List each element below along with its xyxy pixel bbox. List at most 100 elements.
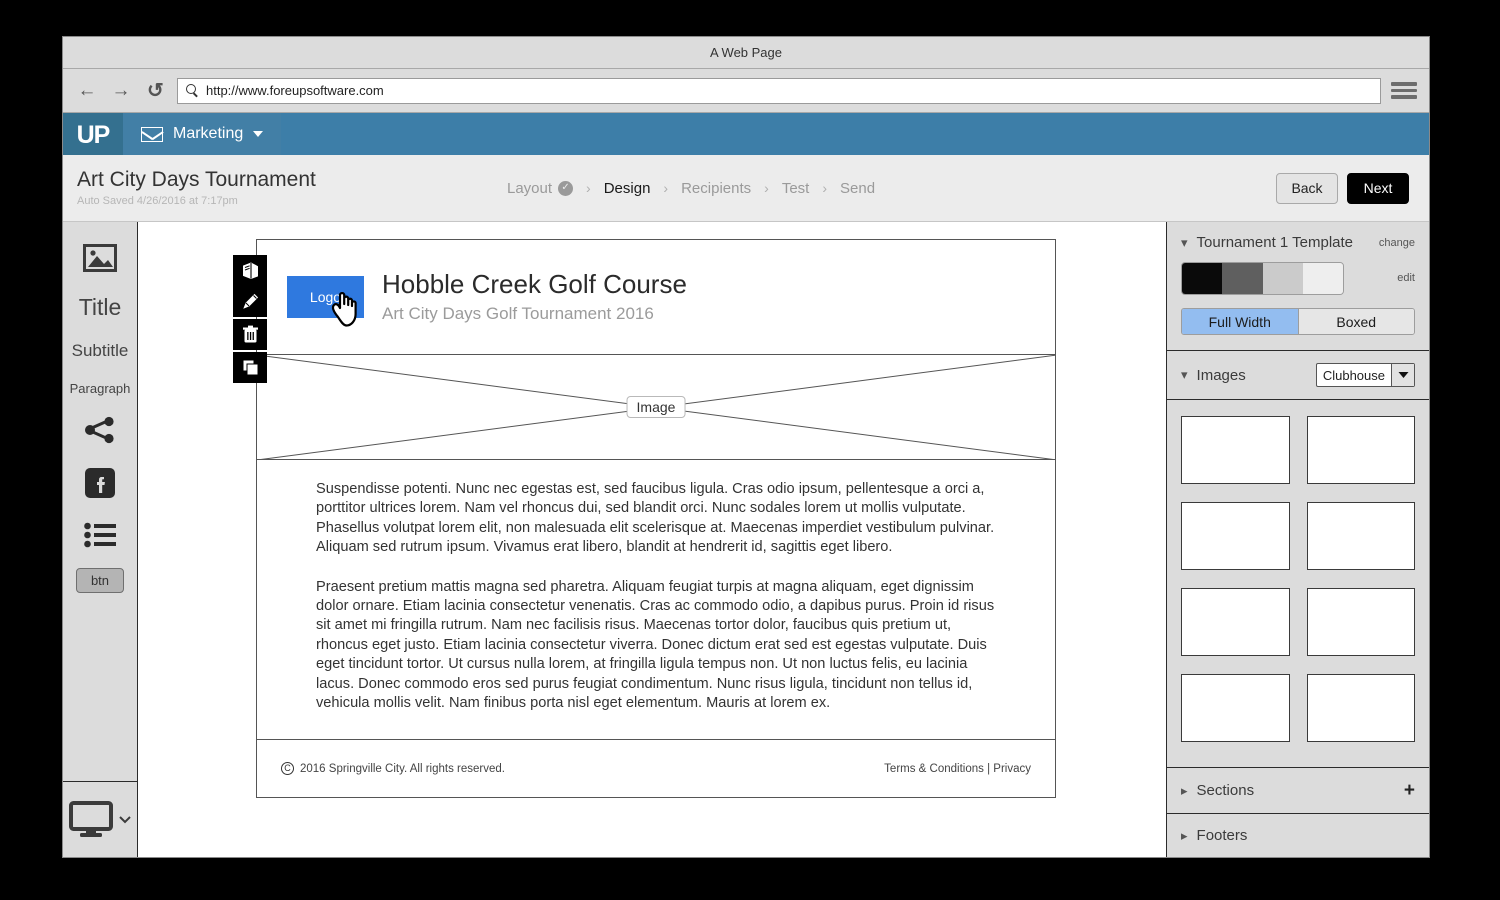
terms-link[interactable]: Terms & Conditions — [884, 763, 984, 775]
step-send-label: Send — [840, 179, 876, 197]
workspace: Title Subtitle Paragraph btn Logo Hobble… — [63, 222, 1429, 857]
logo-placeholder[interactable]: Logo — [287, 276, 364, 318]
check-icon: ✓ — [558, 180, 574, 196]
nav-item-marketing[interactable]: Marketing — [123, 113, 282, 155]
chevron-right-icon: › — [822, 180, 827, 196]
trash-icon — [242, 325, 258, 343]
brand-logo[interactable]: UP — [63, 113, 123, 155]
image-thumbnail[interactable] — [1181, 502, 1290, 570]
email-title-group: Hobble Creek Golf Course Art City Days G… — [382, 269, 687, 324]
desktop-monitor-icon — [69, 800, 113, 837]
image-tool[interactable] — [83, 244, 117, 272]
boxed-option[interactable]: Boxed — [1297, 309, 1414, 334]
back-navigation-icon[interactable]: ← — [75, 79, 99, 103]
email-body-block[interactable]: Suspendisse potenti. Nunc nec egestas es… — [257, 460, 1055, 739]
sections-section[interactable]: ▸ Sections + — [1167, 768, 1429, 814]
step-design-label: Design — [603, 179, 651, 197]
footer-links: Terms & Conditions | Privacy — [884, 763, 1031, 775]
email-image-block[interactable]: Image — [257, 355, 1055, 460]
step-layout[interactable]: Layout ✓ — [507, 180, 574, 197]
list-tool[interactable] — [84, 522, 116, 548]
chevron-down-icon[interactable]: ▾ — [1181, 235, 1188, 251]
paragraph-tool[interactable]: Paragraph — [70, 381, 131, 396]
preview-device-toggle[interactable] — [63, 781, 137, 857]
component-toolbar: Title Subtitle Paragraph btn — [63, 222, 138, 857]
template-swatches — [1181, 262, 1344, 295]
image-thumbnail[interactable] — [1306, 674, 1415, 742]
template-section: ▾ Tournament 1 Template change edit Full… — [1167, 222, 1429, 351]
browser-toolbar: ← → ↻ http://www.foreupsoftware.com — [63, 69, 1429, 113]
full-width-option[interactable]: Full Width — [1182, 309, 1298, 334]
step-test[interactable]: Test — [782, 180, 810, 197]
chevron-right-icon: › — [663, 180, 669, 196]
next-button[interactable]: Next — [1347, 172, 1409, 204]
chevron-down-icon — [1391, 364, 1414, 386]
forward-navigation-icon[interactable]: → — [109, 79, 133, 103]
change-template-link[interactable]: change — [1379, 237, 1415, 249]
email-document: Logo Hobble Creek Golf Course Art City D… — [233, 239, 1056, 799]
envelope-icon — [141, 126, 163, 142]
swatch-light-gray[interactable] — [1262, 263, 1303, 294]
swatch-white[interactable] — [1302, 263, 1343, 294]
step-design[interactable]: Design — [604, 180, 651, 197]
edit-button[interactable] — [233, 286, 267, 317]
edit-template-link[interactable]: edit — [1397, 272, 1415, 284]
layers-button[interactable] — [233, 255, 267, 286]
image-thumbnail[interactable] — [1306, 416, 1415, 484]
email-footer-block[interactable]: C 2016 Springville City. All rights rese… — [257, 739, 1055, 797]
image-category-select[interactable]: Clubhouse — [1315, 363, 1415, 387]
nav-item-marketing-label: Marketing — [173, 125, 244, 142]
subtitle-tool[interactable]: Subtitle — [72, 341, 129, 361]
autosave-status: Auto Saved 4/26/2016 at 7:17pm — [77, 195, 238, 208]
image-thumbnail[interactable] — [1181, 674, 1290, 742]
image-thumbnail[interactable] — [1306, 502, 1415, 570]
header-actions: Back Next — [1276, 172, 1409, 204]
bullet-list-icon — [84, 522, 116, 548]
template-header: ▾ Tournament 1 Template change — [1181, 234, 1415, 251]
chevron-right-icon: › — [764, 180, 769, 196]
images-title: Images — [1196, 366, 1246, 384]
chevron-down-icon[interactable]: ▾ — [1181, 367, 1188, 383]
chevron-right-icon: ▸ — [1181, 827, 1188, 843]
hamburger-menu-icon[interactable] — [1391, 80, 1417, 102]
back-button[interactable]: Back — [1276, 172, 1338, 204]
document-title-group: Art City Days Tournament Auto Saved 4/26… — [77, 168, 507, 208]
email-subheading: Art City Days Golf Tournament 2016 — [382, 303, 654, 323]
address-bar[interactable]: http://www.foreupsoftware.com — [177, 77, 1381, 104]
privacy-link[interactable]: Privacy — [993, 763, 1031, 775]
copyright-icon: C — [281, 762, 294, 776]
browser-window: A Web Page ← → ↻ http://www.foreupsoftwa… — [62, 36, 1430, 858]
share-tool[interactable] — [84, 416, 116, 444]
share-icon — [85, 416, 114, 444]
chevron-right-icon: › — [586, 180, 591, 196]
button-tool-label: btn — [75, 568, 125, 593]
layers-icon — [242, 262, 258, 280]
template-title: Tournament 1 Template — [1196, 234, 1354, 251]
image-category-value: Clubhouse — [1322, 367, 1385, 383]
step-send[interactable]: Send — [840, 180, 875, 197]
plus-icon[interactable]: + — [1404, 781, 1415, 800]
image-thumbnail[interactable] — [1306, 588, 1415, 656]
duplicate-button[interactable] — [233, 352, 267, 383]
image-thumbnail[interactable] — [1181, 588, 1290, 656]
button-tool[interactable]: btn — [75, 568, 125, 593]
footers-section[interactable]: ▸ Footers — [1167, 814, 1429, 857]
swatch-black[interactable] — [1182, 263, 1223, 294]
reload-icon[interactable]: ↻ — [143, 79, 167, 103]
email-canvas: Logo Hobble Creek Golf Course Art City D… — [138, 222, 1167, 857]
images-header: ▾ Images Clubhouse — [1181, 363, 1415, 387]
url-text: http://www.foreupsoftware.com — [206, 83, 384, 98]
browser-title-bar: A Web Page — [63, 37, 1429, 69]
image-thumbnail[interactable] — [1181, 416, 1290, 484]
email-header-block[interactable]: Logo Hobble Creek Golf Course Art City D… — [233, 240, 1055, 383]
swatch-dark-gray[interactable] — [1222, 263, 1263, 294]
component-list: Title Subtitle Paragraph btn — [63, 222, 137, 781]
facebook-tool[interactable] — [85, 468, 115, 498]
step-recipients[interactable]: Recipients — [681, 180, 751, 197]
delete-button[interactable] — [233, 319, 267, 350]
chevron-down-icon — [253, 131, 264, 137]
pencil-icon — [242, 293, 258, 309]
image-placeholder-label: Image — [626, 396, 686, 418]
email-paragraph: Suspendisse potenti. Nunc nec egestas es… — [316, 481, 995, 556]
title-tool[interactable]: Title — [79, 294, 122, 321]
